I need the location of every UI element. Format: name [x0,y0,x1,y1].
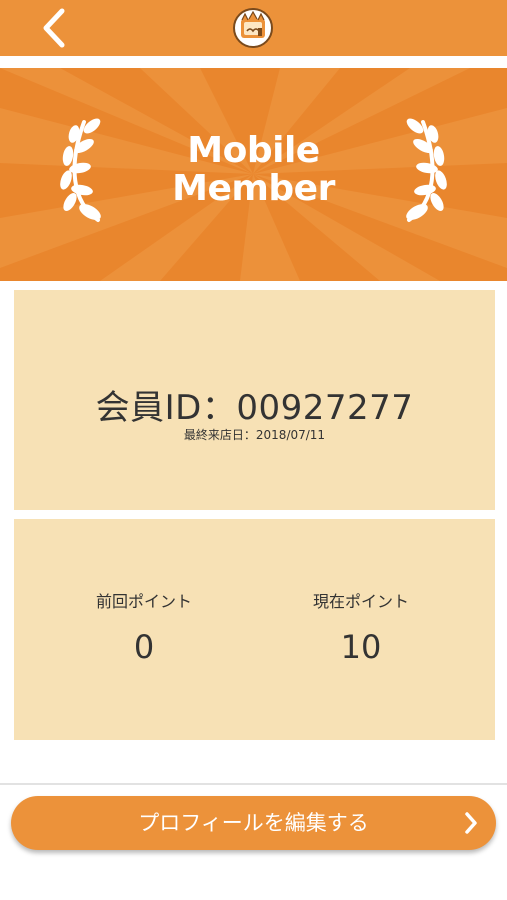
back-button[interactable] [34,6,74,50]
laurel-icon [406,118,447,222]
current-points: 現在ポイント 10 [261,591,461,667]
member-id: 会員ID：00927277 [95,388,414,428]
member-id-card: 会員ID：00927277 最終来店日：2018/07/11 [14,290,495,510]
chevron-left-icon [43,8,65,48]
previous-points-value: 0 [133,628,155,666]
edit-profile-label: プロフィールを編集する [138,811,369,835]
chevron-right-icon [465,812,477,834]
membership-banner: Mobile Member [0,68,507,281]
previous-points: 前回ポイント 0 [44,591,244,667]
top-bar [0,0,507,56]
edit-profile-button[interactable]: プロフィールを編集する [11,796,496,850]
store-logo-icon [233,8,273,48]
current-points-label: 現在ポイント [312,592,409,611]
last-visit-date: 最終来店日：2018/07/11 [183,428,326,442]
current-points-value: 10 [340,628,382,666]
previous-points-label: 前回ポイント [95,592,192,611]
points-card: 前回ポイント 0 現在ポイント 10 [14,519,495,740]
footer-divider [0,783,507,785]
header-divider [0,56,507,68]
